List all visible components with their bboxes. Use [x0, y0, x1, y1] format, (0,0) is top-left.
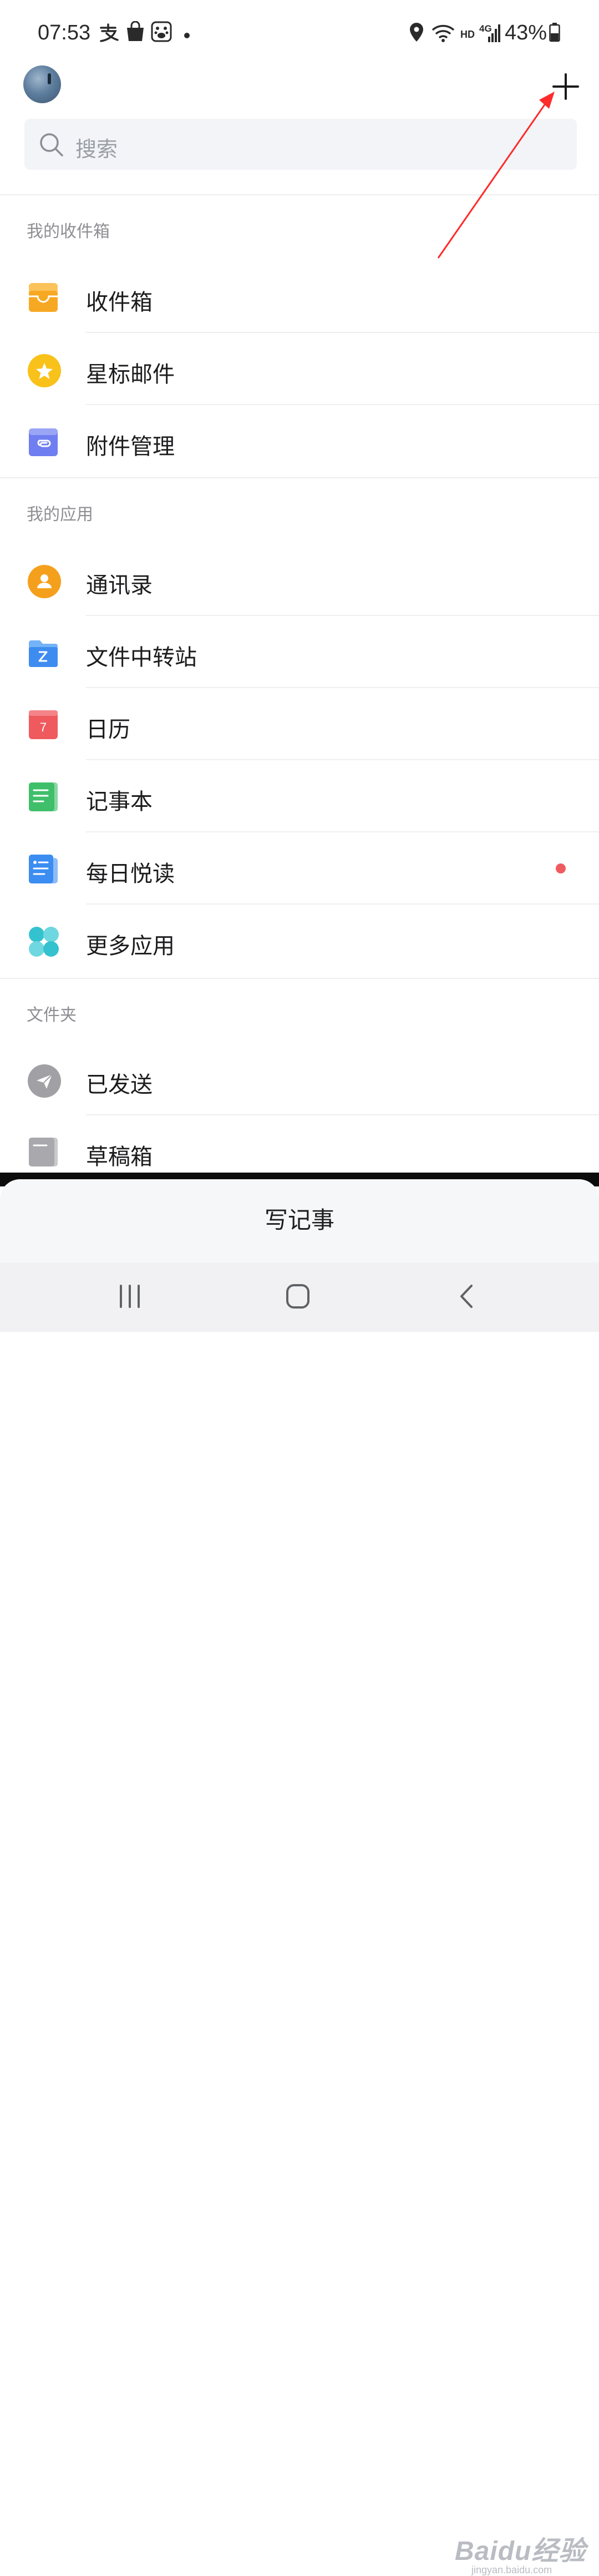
hd-badge: HD [460, 29, 475, 40]
write-note-button[interactable]: 写记事 [0, 1179, 599, 1262]
battery-icon [549, 22, 560, 44]
more-apps-icon [28, 926, 59, 957]
dot-icon [184, 30, 190, 41]
signal-icon [483, 23, 501, 46]
calendar-icon: 7 [28, 709, 59, 740]
section-title-inbox: 我的收件箱 [27, 222, 110, 241]
attachment-icon [28, 426, 59, 457]
list-item-label: 附件管理 [86, 434, 175, 459]
list-item-label: 日历 [86, 717, 130, 743]
daily-reading-icon [28, 853, 59, 885]
section-title-apps: 我的应用 [27, 505, 93, 524]
list-item-label: 更多应用 [86, 933, 175, 959]
divider [0, 477, 599, 478]
contacts-icon [28, 565, 61, 598]
drafts-icon [28, 1137, 59, 1168]
location-icon [409, 22, 424, 44]
unread-badge [556, 863, 566, 873]
divider [0, 978, 599, 979]
divider [0, 194, 599, 195]
section-title-folders: 文件夹 [27, 1006, 77, 1025]
list-item-label: 草稿箱 [86, 1144, 153, 1170]
wifi-icon [432, 23, 455, 44]
baidu-watermark: Baidu经验 jingyan.baidu.com [455, 2529, 586, 2576]
search-input[interactable]: 搜索 [24, 119, 577, 170]
list-item-file-transfer[interactable]: 文件中转站 [0, 616, 599, 688]
status-time: 07:53 [38, 21, 91, 44]
star-icon [28, 354, 61, 387]
sent-icon [28, 1064, 61, 1098]
list-item-attachments[interactable]: 附件管理 [0, 405, 599, 477]
plus-icon [552, 73, 579, 100]
alipay-icon [99, 23, 119, 44]
list-item-label: 记事本 [86, 789, 153, 815]
header [0, 61, 599, 128]
list-item-label: 每日悦读 [86, 861, 175, 887]
system-nav-bar: Baidu经验 jingyan.baidu.com [0, 1262, 599, 2575]
battery-percent: 43% [505, 21, 547, 44]
back-icon[interactable] [458, 1284, 475, 1311]
home-icon[interactable] [285, 1282, 311, 1312]
list-item-notepad[interactable]: 记事本 [0, 760, 599, 832]
list-item-label: 收件箱 [86, 290, 153, 315]
list-item-daily-reading[interactable]: 每日悦读 [0, 832, 599, 905]
list-item-label: 文件中转站 [86, 645, 197, 670]
watermark-main: Baidu经验 [455, 2537, 586, 2566]
shopping-bag-icon [125, 21, 145, 44]
recents-icon[interactable] [118, 1284, 142, 1311]
avatar[interactable] [23, 65, 61, 103]
list-item-inbox[interactable]: 收件箱 [0, 261, 599, 333]
notepad-icon [28, 781, 59, 812]
list-item-label: 星标邮件 [86, 362, 175, 387]
baidu-paw-icon [151, 21, 172, 44]
list-item-label: 已发送 [86, 1072, 153, 1098]
list-item-starred[interactable]: 星标邮件 [0, 333, 599, 405]
bottom-sheet: 写记事 [0, 1179, 599, 1262]
list-item-more-apps[interactable]: 更多应用 [0, 905, 599, 977]
folder-z-icon [28, 637, 59, 668]
svg-text:7: 7 [40, 720, 47, 734]
list-item-calendar[interactable]: 7 日历 [0, 688, 599, 760]
search-placeholder: 搜索 [75, 137, 118, 161]
list-item-label: 通讯录 [86, 573, 153, 598]
list-item-contacts[interactable]: 通讯录 [0, 544, 599, 616]
search-icon [40, 133, 63, 156]
list-item-sent[interactable]: 已发送 [0, 1043, 599, 1115]
add-button[interactable] [549, 70, 582, 103]
account-name-blurred [194, 77, 408, 97]
inbox-tray-icon [28, 282, 59, 313]
status-bar: 07:53 HD 4G 43% [0, 0, 599, 67]
